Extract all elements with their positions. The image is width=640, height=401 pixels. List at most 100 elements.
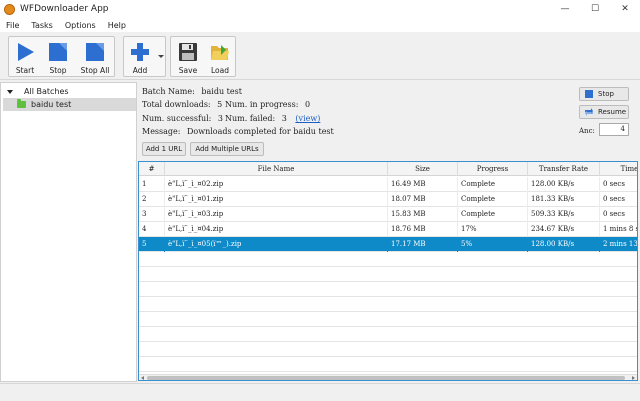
column-header-number[interactable]: # <box>139 162 165 176</box>
resume-label: Resume <box>598 108 627 116</box>
tree-root-all-batches[interactable]: All Batches <box>7 87 69 96</box>
tree-item-label: baidu test <box>31 100 72 109</box>
batch-name-label: Batch Name: <box>142 87 195 96</box>
row-file-name: è"L,ï¨_ì_¤04.zip <box>165 222 388 237</box>
play-icon <box>18 43 34 61</box>
window-title: WFDownloader App <box>20 4 109 14</box>
in-progress-label: Num. in progress: <box>225 100 299 109</box>
scroll-right-arrow-icon[interactable] <box>632 376 635 380</box>
start-label: Start <box>15 66 35 75</box>
horizontal-scrollbar[interactable] <box>139 374 637 380</box>
column-header-time[interactable]: Time <box>600 162 637 176</box>
row-time: 0 secs <box>600 207 637 222</box>
column-header-size[interactable]: Size <box>388 162 458 176</box>
folder-open-icon <box>211 45 229 60</box>
row-progress: Complete <box>458 177 528 192</box>
anc-input[interactable]: 4 <box>599 123 629 136</box>
plus-icon <box>131 43 149 61</box>
column-header-transfer-rate[interactable]: Transfer Rate <box>528 162 600 176</box>
chevron-down-icon[interactable] <box>158 55 164 58</box>
toolbar-group-run: Start Stop Stop All <box>8 36 115 77</box>
failed-row: Num. failed: 3 (view) <box>225 114 320 123</box>
downloads-table: # File Name Size Progress Transfer Rate … <box>138 161 638 381</box>
expand-arrow-icon[interactable] <box>7 89 13 94</box>
empty-row <box>139 327 637 342</box>
menu-file[interactable]: File <box>6 21 19 30</box>
table-row[interactable]: 2 è"L,ï¨_ì_¤01.zip 18.07 MB Complete 181… <box>139 192 637 207</box>
tree-item-baidu-test[interactable]: baidu test <box>3 98 136 111</box>
row-time: 0 secs <box>600 192 637 207</box>
resume-button[interactable]: Resume <box>579 105 629 119</box>
empty-row <box>139 267 637 282</box>
message-label: Message: <box>142 127 181 136</box>
empty-row <box>139 282 637 297</box>
menu-bar: File Tasks Options Help <box>0 18 640 32</box>
successful-row: Num. successful: 3 <box>142 114 223 123</box>
table-row[interactable]: 4 è"L,ï¨_ì_¤04.zip 18.76 MB 17% 234.67 K… <box>139 222 637 237</box>
resume-icon <box>585 108 593 116</box>
row-number: 2 <box>139 192 165 207</box>
row-size: 17.17 MB <box>388 237 458 252</box>
empty-row <box>139 342 637 357</box>
row-file-name: è"L,ï¨_ì_¤02.zip <box>165 177 388 192</box>
folder-icon <box>17 99 26 108</box>
view-failed-link[interactable]: (view) <box>295 114 320 123</box>
add-button[interactable]: Add <box>125 37 155 76</box>
save-button[interactable]: Save <box>174 37 202 76</box>
app-logo-icon <box>4 3 15 15</box>
menu-help[interactable]: Help <box>108 21 126 30</box>
scrollbar-thumb[interactable] <box>147 376 625 380</box>
successful-label: Num. successful: <box>142 114 212 123</box>
stop-all-icon <box>86 43 104 61</box>
row-time: 2 mins 13 sec <box>600 237 637 252</box>
add-multiple-urls-button[interactable]: Add Multiple URLs <box>190 142 264 156</box>
minimize-button[interactable]: — <box>550 0 580 18</box>
column-header-progress[interactable]: Progress <box>458 162 528 176</box>
add-url-button[interactable]: Add 1 URL <box>142 142 186 156</box>
batch-stop-button[interactable]: Stop <box>579 87 629 101</box>
row-transfer-rate: 128.00 KB/s <box>528 237 600 252</box>
start-button[interactable]: Start <box>11 37 39 76</box>
status-bar <box>0 383 640 401</box>
row-progress: Complete <box>458 192 528 207</box>
table-row[interactable]: 1 è"L,ï¨_ì_¤02.zip 16.49 MB Complete 128… <box>139 177 637 192</box>
row-number: 4 <box>139 222 165 237</box>
stop-all-button[interactable]: Stop All <box>77 37 113 76</box>
window-controls: — ☐ ✕ <box>550 0 640 18</box>
row-number: 5 <box>139 237 165 252</box>
stop-icon <box>585 90 593 98</box>
menu-options[interactable]: Options <box>65 21 96 30</box>
maximize-button[interactable]: ☐ <box>580 0 610 18</box>
row-transfer-rate: 181.33 KB/s <box>528 192 600 207</box>
table-row[interactable]: 3 è"L,ï¨_ì_¤03.zip 15.83 MB Complete 509… <box>139 207 637 222</box>
row-time: 1 mins 8 sec <box>600 222 637 237</box>
row-transfer-rate: 509.33 KB/s <box>528 207 600 222</box>
stop-button[interactable]: Stop <box>45 37 71 76</box>
menu-tasks[interactable]: Tasks <box>31 21 52 30</box>
load-label: Load <box>211 66 229 75</box>
stop-label: Stop <box>49 66 67 75</box>
row-time: 0 secs <box>600 177 637 192</box>
row-size: 18.07 MB <box>388 192 458 207</box>
save-label: Save <box>178 66 198 75</box>
row-file-name: è"L,ï¨_ì_¤01.zip <box>165 192 388 207</box>
failed-label: Num. failed: <box>225 114 276 123</box>
tree-root-label: All Batches <box>24 87 69 96</box>
scroll-left-arrow-icon[interactable] <box>141 376 144 380</box>
message-row: Message: Downloads completed for baidu t… <box>142 127 334 136</box>
column-header-file-name[interactable]: File Name <box>165 162 388 176</box>
failed-value: 3 <box>281 114 287 123</box>
load-button[interactable]: Load <box>206 37 234 76</box>
total-downloads-row: Total downloads: 5 <box>142 100 222 109</box>
row-progress: 5% <box>458 237 528 252</box>
close-button[interactable]: ✕ <box>610 0 640 18</box>
message-value: Downloads completed for baidu test <box>187 127 334 136</box>
batch-tree: All Batches baidu test <box>0 82 137 382</box>
row-number: 1 <box>139 177 165 192</box>
row-file-name: è"L,ï¨_ì_¤05(ï™_).zip <box>165 237 388 252</box>
row-size: 16.49 MB <box>388 177 458 192</box>
empty-row <box>139 312 637 327</box>
row-file-name: è"L,ï¨_ì_¤03.zip <box>165 207 388 222</box>
table-row-selected[interactable]: 5 è"L,ï¨_ì_¤05(ï™_).zip 17.17 MB 5% 128.… <box>139 237 637 252</box>
total-downloads-label: Total downloads: <box>142 100 211 109</box>
